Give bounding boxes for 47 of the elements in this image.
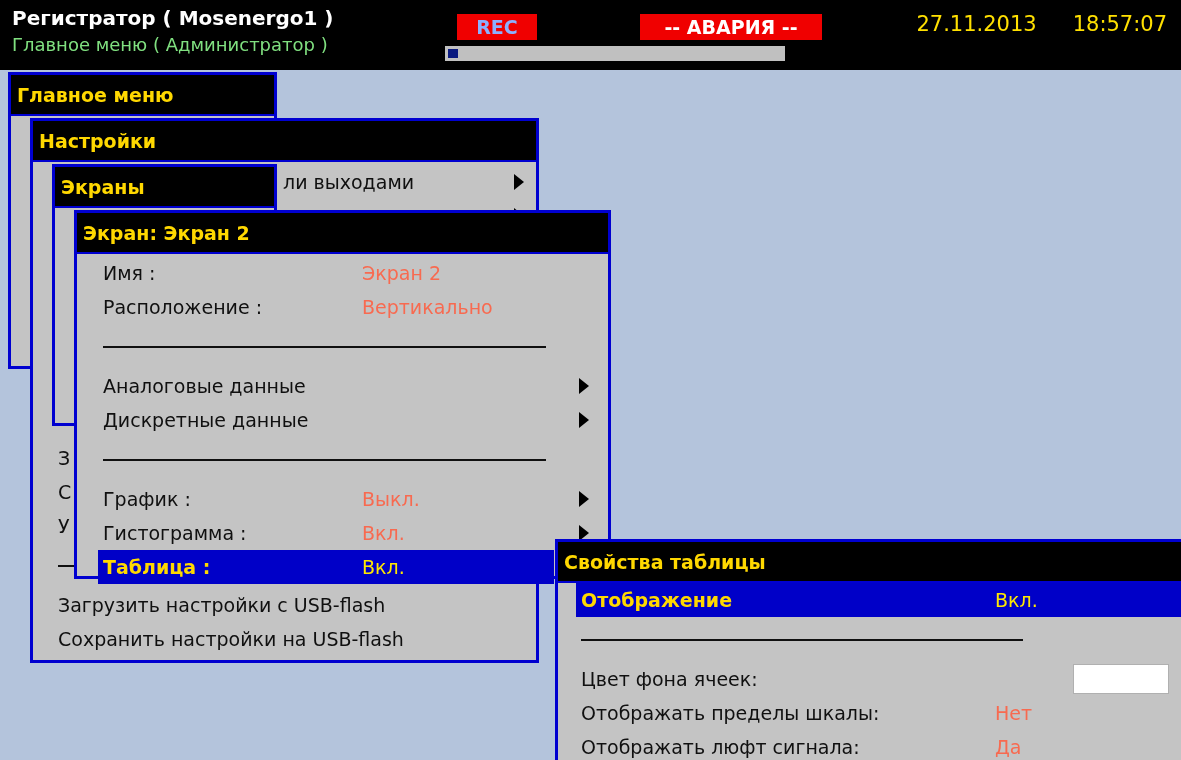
item-label: Отображать люфт сигнала: — [581, 736, 860, 758]
menu-item[interactable]: Отображать пределы шкалы: Нет — [576, 696, 1181, 730]
window-title: Экраны — [55, 167, 274, 208]
rec-indicator: REC — [457, 14, 537, 40]
menu-path: Главное меню ( Администратор ) — [12, 34, 329, 55]
menu-item[interactable]: График : Выкл. — [98, 482, 608, 516]
menu-item[interactable]: Дискретные данные — [98, 403, 608, 437]
menu-item[interactable]: Расположение : Вертикально — [98, 290, 608, 324]
item-label: Цвет фона ячеек: — [581, 668, 758, 690]
window-title: Главное меню — [11, 75, 274, 116]
menu-item[interactable]: Аналоговые данные — [98, 369, 608, 403]
item-label: График : — [103, 488, 191, 510]
menu-item[interactable]: Цвет фона ячеек: — [576, 662, 1181, 696]
item-value: Вкл. — [995, 589, 1038, 611]
item-value: Вкл. — [362, 556, 405, 578]
item-label: Имя : — [103, 262, 156, 284]
color-swatch[interactable] — [1073, 664, 1169, 694]
item-value: Нет — [995, 702, 1033, 724]
item-label: Расположение : — [103, 296, 263, 318]
alarm-indicator: -- АВАРИЯ -- — [640, 14, 822, 40]
window-title: Экран: Экран 2 — [77, 213, 608, 254]
menu-item[interactable]: Сохранить настройки на USB-flash — [53, 622, 536, 656]
item-value: Вкл. — [362, 522, 405, 544]
item-value: Да — [995, 736, 1022, 758]
item-label: З — [58, 447, 71, 469]
window-title: Свойства таблицы — [558, 542, 1181, 583]
device-title: Регистратор ( Mosenergo1 ) — [12, 6, 335, 30]
item-label: Гистограмма : — [103, 522, 247, 544]
window-title: Настройки — [33, 121, 536, 162]
menu-item[interactable]: Отображение Вкл. — [576, 583, 1181, 617]
item-label: Аналоговые данные — [103, 375, 306, 397]
item-label: Отображать пределы шкалы: — [581, 702, 880, 724]
time-text: 18:57:07 — [1072, 12, 1167, 38]
item-label: Сохранить настройки на USB-flash — [58, 628, 404, 650]
item-label: Отображение — [581, 589, 733, 611]
item-value: Выкл. — [362, 488, 420, 510]
menu-item[interactable]: Отображать люфт сигнала: Да — [576, 730, 1181, 760]
item-value: Вертикально — [362, 296, 493, 318]
item-label: Дискретные данные — [103, 409, 309, 431]
menu-item[interactable]: Таблица : Вкл. — [98, 550, 554, 584]
item-label: Таблица : — [103, 556, 211, 578]
date-text: 27.11.2013 — [916, 12, 1037, 38]
item-value: Экран 2 — [362, 262, 441, 284]
menu-item[interactable]: Имя : Экран 2 — [98, 256, 608, 290]
item-label: ли выходами — [283, 171, 415, 193]
item-label: Загрузить настройки с USB-flash — [58, 594, 386, 616]
menu-item[interactable]: Загрузить настройки с USB-flash — [53, 588, 536, 622]
